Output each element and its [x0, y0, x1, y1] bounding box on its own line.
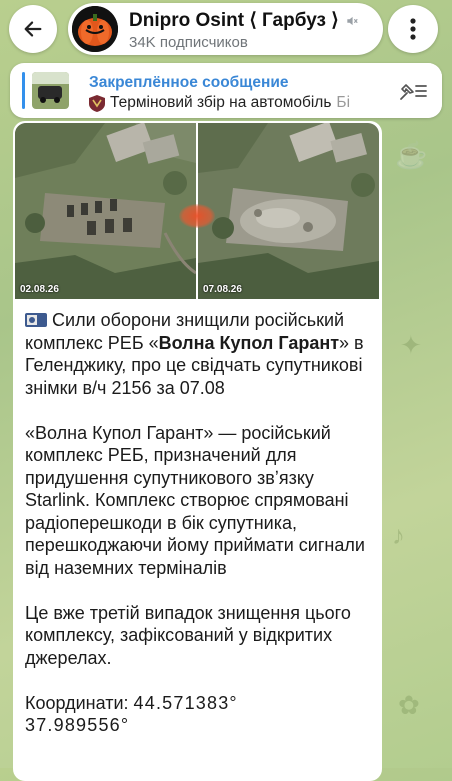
pinned-fade — [352, 63, 442, 118]
satellite-photo-after[interactable]: 07.08.26 — [198, 123, 379, 299]
back-button[interactable] — [9, 5, 57, 53]
message-paragraph-2: «Волна Купол Гарант» — російський компле… — [25, 422, 365, 578]
satellite-photo-before[interactable]: 02.08.26 — [15, 123, 196, 299]
flag-emblem-icon — [25, 313, 47, 327]
message-text: Сили оборони знищили російський комплекс… — [25, 309, 370, 737]
subscriber-count: 34K подписчиков — [129, 34, 248, 51]
channel-avatar[interactable] — [72, 6, 118, 52]
coordinates: Координати: 44.571383° 37.989556° — [25, 692, 370, 737]
channel-header[interactable]: Dnipro Osint ⟨ Гарбуз ⟩ 34K подписчиков — [68, 3, 383, 55]
message-bubble[interactable]: 02.08.26 07.08.26 Сили оборони знищили р… — [13, 121, 382, 781]
photo-date-before: 02.08.26 — [20, 284, 59, 295]
pinned-thumbnail — [32, 72, 69, 109]
shield-emblem-icon — [89, 94, 105, 112]
message-bold-name: Волна Купол Гарант — [158, 332, 340, 353]
pinned-text-main: Терміновий збір на автомобіль — [110, 94, 332, 111]
back-arrow-icon — [24, 21, 42, 37]
muted-speaker-icon — [346, 16, 358, 25]
more-options-button[interactable] — [388, 5, 438, 53]
pinned-message-bar[interactable]: Закреплённое сообщение Терміновий збір н… — [10, 63, 442, 118]
pinned-label: Закреплённое сообщение — [89, 74, 289, 91]
message-paragraph-3: Це вже третій випадок знищення цього ком… — [25, 602, 351, 668]
pinned-text-cut: Бі — [336, 94, 351, 111]
pinned-indicator — [22, 72, 25, 109]
coords-lon[interactable]: 37.989556° — [25, 715, 129, 735]
strike-marker — [179, 204, 215, 228]
message-paragraph-1: Сили оборони знищили російський комплекс… — [25, 309, 370, 399]
pinned-text: Терміновий збір на автомобіль Бі — [89, 94, 350, 112]
channel-title: Dnipro Osint ⟨ Гарбуз ⟩ — [129, 9, 359, 32]
photo-date-after: 07.08.26 — [203, 284, 242, 295]
coords-label: Координати: — [25, 692, 129, 713]
more-vert-icon — [410, 18, 416, 40]
pin-list-icon[interactable] — [398, 80, 428, 102]
channel-title-text: Dnipro Osint ⟨ Гарбуз ⟩ — [129, 10, 339, 31]
coords-lat[interactable]: 44.571383° — [134, 693, 238, 713]
